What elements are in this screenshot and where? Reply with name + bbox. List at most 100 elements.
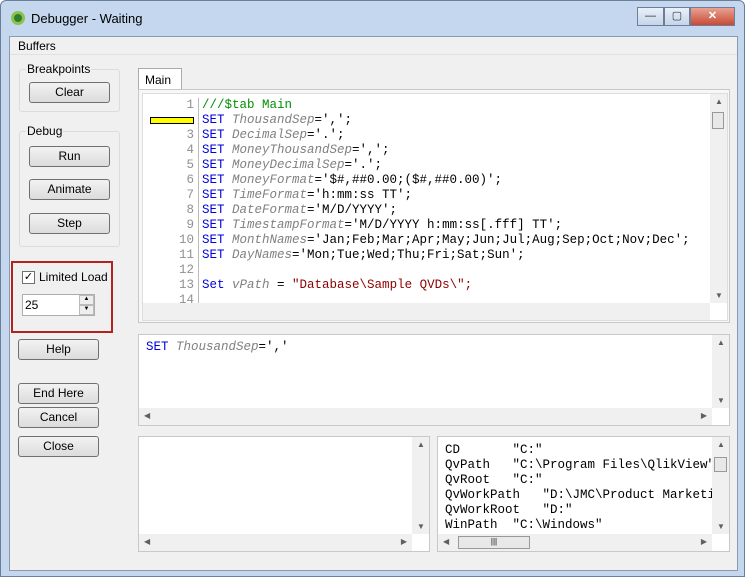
variables-hscroll-thumb[interactable]: ||| [458,536,530,549]
line-number: 7 [186,188,194,202]
clear-button[interactable]: Clear [29,82,110,103]
line-number: 4 [186,143,194,157]
code-token-var: MonthNames [232,233,308,247]
code-line: SET MoneyDecimalSep='.'; [202,158,690,173]
spin-up-button[interactable]: ▲ [79,295,94,305]
limited-load-highlight: ✓ Limited Load 25 ▲ ▼ [11,261,113,333]
variable-row[interactable]: WinPath "C:\Windows" [445,518,729,533]
code-line: Set vPath = "Database\Sample QVDs\"; [202,278,690,293]
code-token-var: ThousandSep [176,340,259,354]
script-panel: 1 3 4 5 6 7 8 9 10 11 12 13 14 ///$tab Main SET Thous… [138,89,730,323]
code-line: SET MonthNames='Jan;Feb;Mar;Apr;May;Jun;… [202,233,690,248]
variables-vertical-scrollbar[interactable]: ▲ ▼ [712,437,729,534]
tab-main[interactable]: Main [138,68,182,90]
horizontal-scrollbar[interactable] [143,303,710,320]
line-number: 13 [178,278,194,292]
code-token-var: TimestampFormat [232,218,345,232]
code-token-kw: SET [146,340,177,354]
code-line: SET MoneyFormat='$#,##0.00;($#,##0.00)'; [202,173,690,188]
end-here-button[interactable]: End Here [18,383,99,404]
current-line-marker [150,117,194,124]
limited-load-spinner[interactable]: 25 ▲ ▼ [22,294,95,316]
variable-row[interactable]: QvPath "C:\Program Files\QlikView" [445,458,729,473]
code-token-kw: SET [202,113,233,127]
output-horizontal-scrollbar[interactable]: ◀ ▶ [139,534,412,551]
code-line: SET DecimalSep='.'; [202,128,690,143]
code-token-kw: SET [202,218,233,232]
code-line: SET MoneyThousandSep=','; [202,143,690,158]
code-token-var: DayNames [232,248,293,262]
code-token-kw: Set [202,278,233,292]
code-token-kw: SET [202,173,233,187]
step-button[interactable]: Step [29,213,110,234]
variables-pane: CD "C:" QvPath "C:\Program Files\QlikView… [437,436,730,552]
code-token-str: ='$#,##0.00;($#,##0.00)'; [314,173,503,187]
variables-horizontal-scrollbar[interactable]: ◀ ||| ▶ [438,534,712,551]
qlikview-icon [11,11,25,25]
animate-button[interactable]: Animate [29,179,110,200]
code-line: SET TimeFormat='h:mm:ss TT'; [202,188,690,203]
limited-load-label: Limited Load [39,270,108,284]
code-line: SET DateFormat='M/D/YYYY'; [202,203,690,218]
code-line: SET DayNames='Mon;Tue;Wed;Thu;Fri;Sat;Su… [202,248,690,263]
code-token-cmt: ///$tab Main [202,98,293,112]
line-number: 3 [186,128,194,142]
minimize-button[interactable]: — [637,7,664,26]
code-token-var: TimeFormat [232,188,308,202]
breakpoints-label: Breakpoints [26,62,92,76]
code-token-str: ='M/D/YYYY'; [307,203,398,217]
close-button[interactable]: Close [18,436,99,457]
line-gutter[interactable]: 1 3 4 5 6 7 8 9 10 11 12 13 14 [143,98,199,307]
debugger-window: Debugger - Waiting — ▢ ✕ Buffers Breakpo… [0,0,745,577]
variable-row[interactable]: QvRoot "C:" [445,473,729,488]
script-editor[interactable]: 1 3 4 5 6 7 8 9 10 11 12 13 14 ///$tab Main SET Thous… [142,93,728,321]
debug-label: Debug [26,124,64,138]
code-line: ///$tab Main [202,98,690,113]
menu-buffers[interactable]: Buffers [18,39,56,53]
limited-load-checkbox[interactable]: ✓ [22,271,35,284]
vertical-scrollbar[interactable]: ▲ ▼ [710,94,727,303]
maximize-button[interactable]: ▢ [664,7,690,26]
code-token-var: ThousandSep [232,113,315,127]
variable-row[interactable]: CD "C:" [445,443,729,458]
code-token-str: ='Mon;Tue;Wed;Thu;Fri;Sat;Sun'; [292,248,525,262]
code-token-kw: SET [202,248,233,262]
variable-row[interactable]: QvWorkPath "D:\JMC\Product Marketing [445,488,729,503]
close-window-button[interactable]: ✕ [690,7,735,26]
help-button[interactable]: Help [18,339,99,360]
variables-scroll-thumb[interactable] [714,457,727,472]
line-number: 8 [186,203,194,217]
cancel-button[interactable]: Cancel [18,407,99,428]
line-number [143,113,198,128]
line-number: 11 [178,248,194,262]
menu-bar: Buffers [10,37,737,55]
statement-vertical-scrollbar[interactable]: ▲ ▼ [712,335,729,408]
line-number: 9 [186,218,194,232]
code-token-str: ='M/D/YYYY h:mm:ss[.fff] TT'; [344,218,563,232]
code-area[interactable]: ///$tab Main SET ThousandSep=','; SET Deci… [202,98,690,308]
spin-down-button[interactable]: ▼ [79,305,94,315]
line-number: 1 [186,98,194,112]
scroll-thumb[interactable] [712,112,724,129]
code-token-var: DecimalSep [232,128,308,142]
variables-list: CD "C:" QvPath "C:\Program Files\QlikView… [445,443,729,533]
line-number: 10 [178,233,194,247]
line-number: 6 [186,173,194,187]
code-token-var: vPath [232,278,270,292]
code-token-var: MoneyFormat [232,173,315,187]
code-token-str: ='.'; [344,158,383,172]
code-token-str: = [269,278,293,292]
code-token-var: DateFormat [232,203,308,217]
code-token-var: MoneyDecimalSep [232,158,345,172]
output-pane: ▲ ▼ ◀ ▶ [138,436,430,552]
line-number: 12 [178,263,194,277]
code-token-kw: SET [202,203,233,217]
code-token-str: ='h:mm:ss TT'; [307,188,413,202]
run-button[interactable]: Run [29,146,110,167]
statement-horizontal-scrollbar[interactable]: ◀ ▶ [139,408,712,425]
limited-load-value[interactable]: 25 [25,298,38,312]
code-token-kw: SET [202,143,233,157]
variable-row[interactable]: QvWorkRoot "D:" [445,503,729,518]
output-vertical-scrollbar[interactable]: ▲ ▼ [412,437,429,534]
